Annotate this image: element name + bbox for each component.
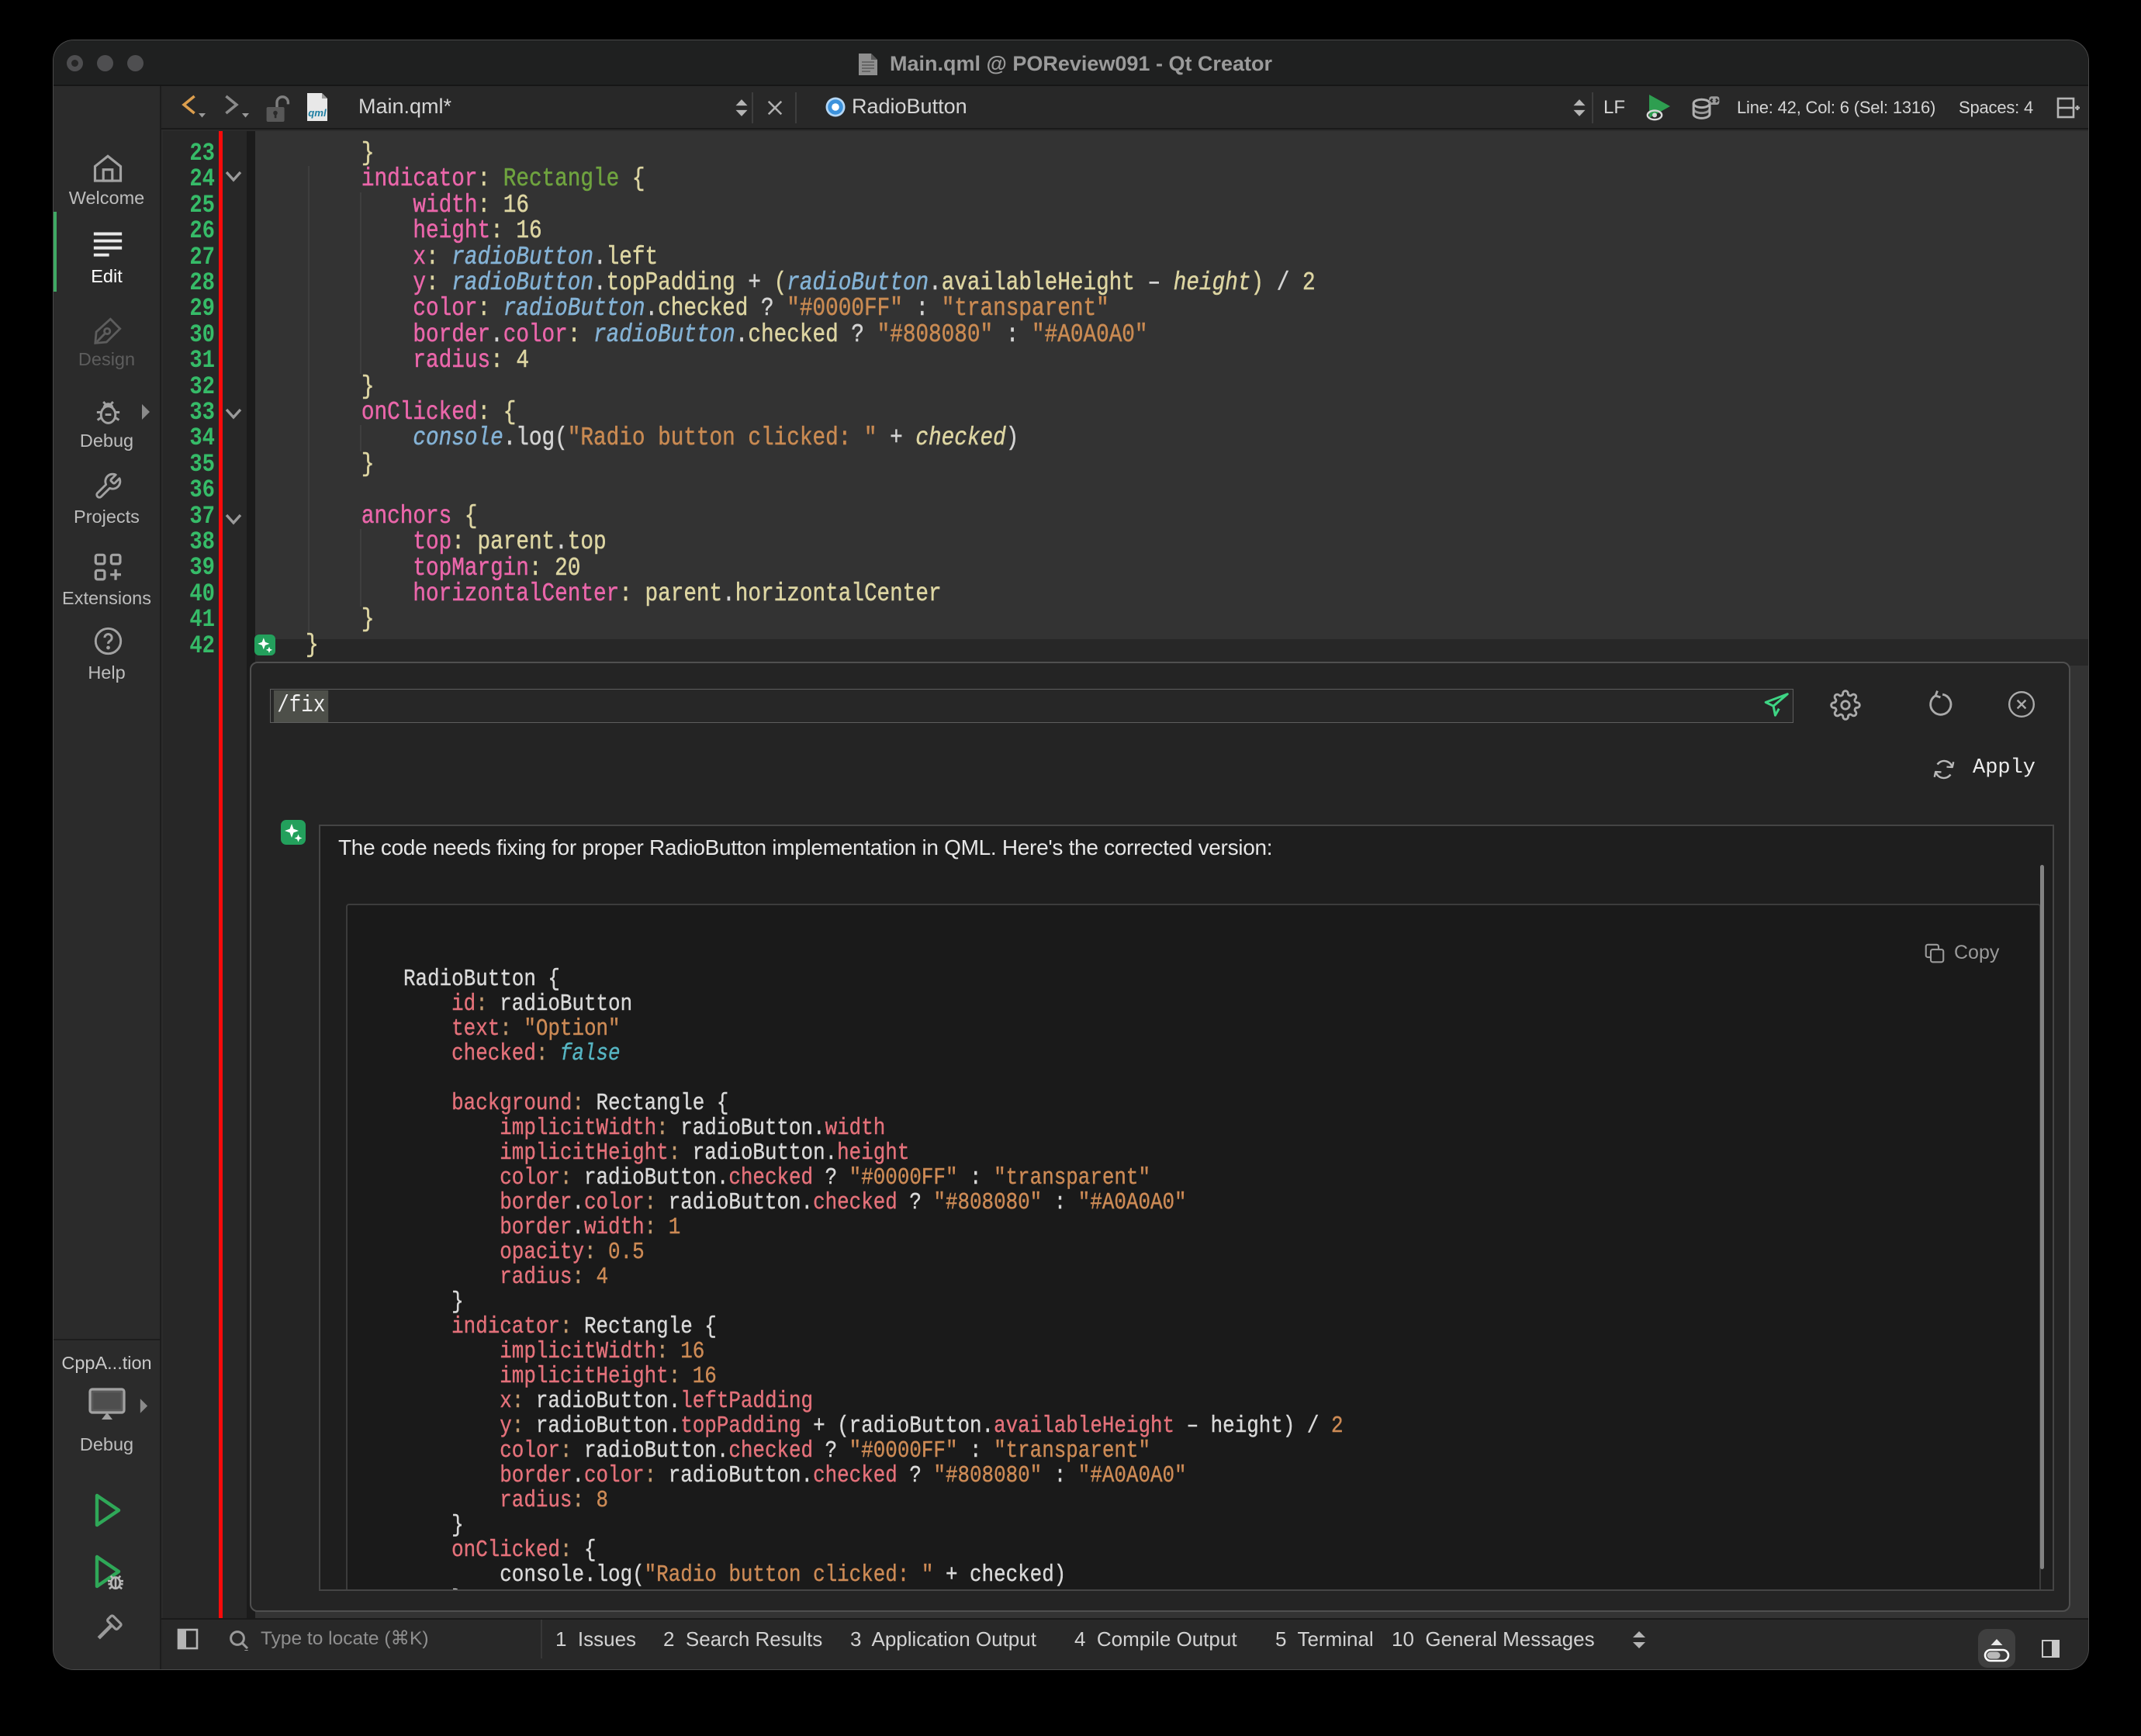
svg-text:qml: qml bbox=[308, 107, 327, 119]
